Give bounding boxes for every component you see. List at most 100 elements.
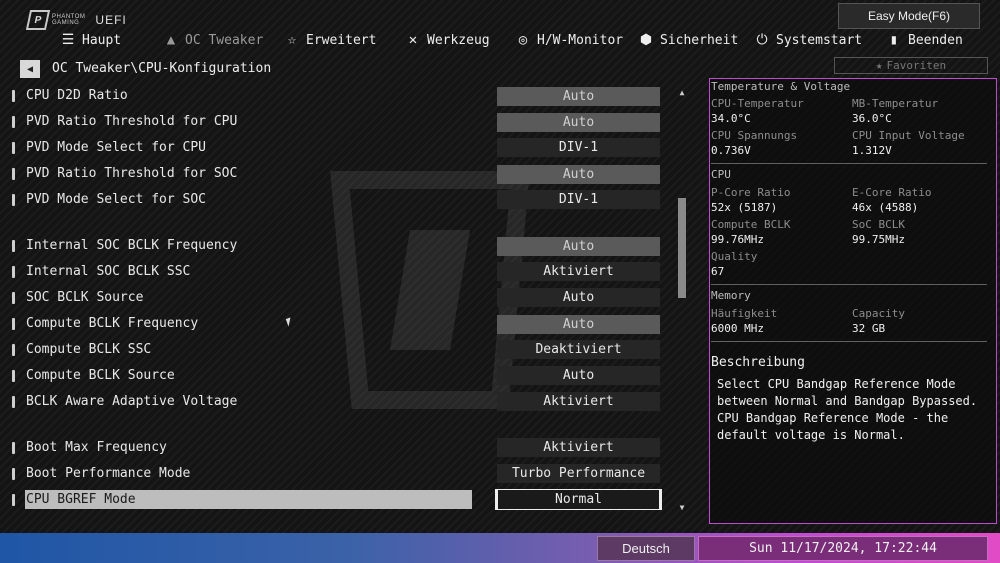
setting-value[interactable]: Aktiviert xyxy=(497,438,660,457)
setting-label[interactable]: CPU D2D Ratio xyxy=(26,88,128,103)
description-text: Select CPU Bandgap Reference Mode betwee… xyxy=(717,377,978,442)
tab-sicherheit[interactable]: ⬢ Sicherheit xyxy=(638,30,738,50)
logo-text: PHANTOM GAMING xyxy=(52,14,86,26)
star-icon: ★ xyxy=(875,59,883,72)
back-arrow-icon: ◀ xyxy=(26,63,34,75)
setting-value[interactable]: DIV-1 xyxy=(497,190,660,209)
setting-label[interactable]: Compute BCLK Frequency xyxy=(26,316,198,331)
mb-temp-value: 36.0°C xyxy=(852,112,892,125)
setting-value[interactable]: Aktiviert xyxy=(497,392,660,411)
setting-label[interactable]: Internal SOC BCLK SSC xyxy=(26,264,190,279)
list-icon: ☰ xyxy=(61,32,75,48)
setting-label[interactable]: Internal SOC BCLK Frequency xyxy=(26,238,237,253)
setting-label[interactable]: Boot Performance Mode xyxy=(26,466,190,481)
cpu-input-voltage-label: CPU Input Voltage xyxy=(852,129,965,142)
tab-hw-monitor[interactable]: ◎ H/W-Monitor xyxy=(515,30,623,50)
setting-label[interactable]: Compute BCLK Source xyxy=(26,368,175,383)
shield-icon: ⬢ xyxy=(639,32,653,48)
asrock-logo: P PHANTOM GAMING UEFI xyxy=(25,8,138,32)
row-bullet xyxy=(12,142,15,154)
scroll-down-icon[interactable]: ▼ xyxy=(677,503,687,512)
breadcrumb: OC Tweaker\CPU-Konfiguration xyxy=(52,61,272,76)
setting-label-selected[interactable]: CPU BGREF Mode xyxy=(26,492,136,507)
soc-bclk-label: SoC BCLK xyxy=(852,218,905,231)
row-bullet xyxy=(12,240,15,252)
setting-value[interactable]: Auto xyxy=(497,165,660,184)
phantom-logo-icon: P xyxy=(25,10,51,30)
row-bullet xyxy=(12,468,15,480)
pcore-ratio-value: 52x (5187) xyxy=(711,201,778,214)
row-bullet xyxy=(12,344,15,356)
memory-frequency-label: Häufigkeit xyxy=(711,307,778,320)
row-bullet xyxy=(12,396,15,408)
tab-beenden[interactable]: ▮ Beenden xyxy=(886,30,963,50)
temp-voltage-heading: Temperature & Voltage xyxy=(711,80,851,93)
setting-value[interactable]: Aktiviert xyxy=(497,262,660,281)
easy-mode-button[interactable]: Easy Mode(F6) xyxy=(838,3,980,29)
favorites-button[interactable]: ★ Favoriten xyxy=(834,57,988,74)
setting-value[interactable]: Deaktiviert xyxy=(497,340,660,359)
tab-erweitert[interactable]: ☆ Erweitert xyxy=(284,30,377,50)
soc-bclk-value: 99.75MHz xyxy=(852,233,905,246)
setting-value[interactable]: Auto xyxy=(497,315,660,334)
row-bullet xyxy=(12,318,15,330)
setting-value[interactable]: Auto xyxy=(497,113,660,132)
cpu-temp-value: 34.0°C xyxy=(711,112,751,125)
setting-label[interactable]: PVD Ratio Threshold for CPU xyxy=(26,114,237,129)
logo-uefi: UEFI xyxy=(95,13,127,27)
cpu-heading: CPU xyxy=(711,168,731,181)
row-bullet xyxy=(12,116,15,128)
setting-label[interactable]: PVD Ratio Threshold for SOC xyxy=(26,166,237,181)
cpu-voltage-label: CPU Spannungs xyxy=(711,129,798,142)
memory-capacity-value: 32 GB xyxy=(852,322,886,335)
memory-capacity-label: Capacity xyxy=(852,307,905,320)
language-button[interactable]: Deutsch xyxy=(597,536,695,561)
tab-werkzeug[interactable]: ✕ Werkzeug xyxy=(405,30,490,50)
divider xyxy=(711,284,987,285)
setting-label[interactable]: SOC BCLK Source xyxy=(26,290,143,305)
exit-icon: ▮ xyxy=(889,32,899,48)
setting-value[interactable]: Turbo Performance xyxy=(497,464,660,483)
setting-value-selected[interactable]: Normal xyxy=(495,489,662,510)
row-bullet xyxy=(12,194,15,206)
memory-heading: Memory xyxy=(711,289,751,302)
mouse-cursor-icon xyxy=(285,317,294,327)
datetime-display: Sun 11/17/2024, 17:22:44 xyxy=(698,536,988,561)
ecore-ratio-label: E-Core Ratio xyxy=(852,186,932,199)
divider xyxy=(711,163,987,164)
star-icon: ☆ xyxy=(287,32,297,48)
setting-label[interactable]: Compute BCLK SSC xyxy=(26,342,151,357)
quality-value: 67 xyxy=(711,265,725,278)
setting-label[interactable]: PVD Mode Select for CPU xyxy=(26,140,206,155)
scrollbar-track[interactable] xyxy=(678,97,686,501)
ecore-ratio-value: 46x (4588) xyxy=(852,201,919,214)
scrollbar-thumb[interactable] xyxy=(678,198,686,298)
setting-label[interactable]: Boot Max Frequency xyxy=(26,440,167,455)
row-bullet xyxy=(12,494,15,506)
divider xyxy=(711,341,987,342)
quality-label: Quality xyxy=(711,250,758,263)
row-bullet xyxy=(12,370,15,382)
tab-systemstart[interactable]: ⏻ Systemstart xyxy=(754,30,862,50)
scroll-up-icon[interactable]: ▲ xyxy=(677,88,687,97)
mb-temp-label: MB-Temperatur xyxy=(852,97,939,110)
cpu-temp-label: CPU-Temperatur xyxy=(711,97,804,110)
row-bullet xyxy=(12,266,15,278)
setting-value[interactable]: Auto xyxy=(497,87,660,106)
setting-value[interactable]: Auto xyxy=(497,288,660,307)
row-bullet xyxy=(12,90,15,102)
back-button[interactable]: ◀ xyxy=(20,60,40,78)
setting-value[interactable]: Auto xyxy=(497,237,660,256)
tab-haupt[interactable]: ☰ Haupt xyxy=(60,30,121,50)
row-bullet xyxy=(12,442,15,454)
setting-value[interactable]: DIV-1 xyxy=(497,138,660,157)
row-bullet xyxy=(12,292,15,304)
row-bullet xyxy=(12,168,15,180)
monitor-icon: ◎ xyxy=(518,32,528,48)
setting-label[interactable]: BCLK Aware Adaptive Voltage xyxy=(26,394,237,409)
compute-bclk-value: 99.76MHz xyxy=(711,233,764,246)
setting-label[interactable]: PVD Mode Select for SOC xyxy=(26,192,206,207)
tab-oc-tweaker[interactable]: ▲ OC Tweaker xyxy=(163,30,264,50)
setting-value[interactable]: Auto xyxy=(497,366,660,385)
pcore-ratio-label: P-Core Ratio xyxy=(711,186,791,199)
